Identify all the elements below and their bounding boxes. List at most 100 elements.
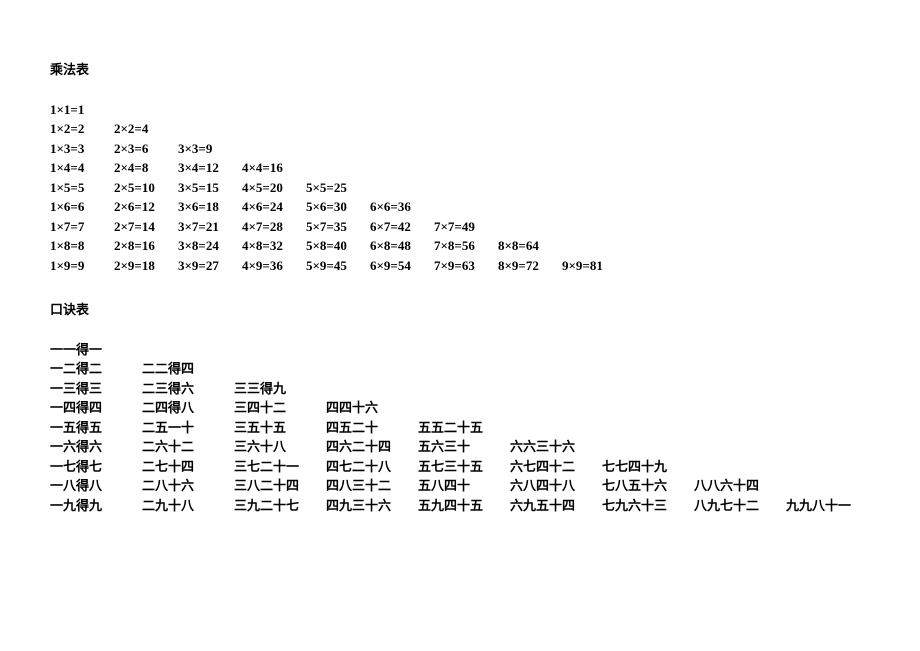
mult-cell: 6×8=48 [370,236,434,256]
koujue-cell: 四六二十四 [326,437,418,457]
mult-row: 1×6=62×6=123×6=184×6=245×6=306×6=36 [50,197,870,217]
mult-row: 1×4=42×4=83×4=124×4=16 [50,158,870,178]
koujue-cell: 二三得六 [142,379,234,399]
koujue-row: 一三得三二三得六三三得九 [50,379,870,399]
koujue-cell: 一三得三 [50,379,142,399]
mult-cell: 2×6=12 [114,197,178,217]
koujue-cell: 七九六十三 [602,496,694,516]
mult-cell: 4×9=36 [242,256,306,276]
koujue-cell: 五五二十五 [418,418,510,438]
koujue-cell: 五九四十五 [418,496,510,516]
mult-cell: 3×8=24 [178,236,242,256]
mult-row: 1×5=52×5=103×5=154×5=205×5=25 [50,178,870,198]
koujue-cell: 三八二十四 [234,476,326,496]
koujue-cell: 三九二十七 [234,496,326,516]
koujue-cell: 二八十六 [142,476,234,496]
koujue-cell: 一四得四 [50,398,142,418]
koujue-cell: 二七十四 [142,457,234,477]
mult-cell: 9×9=81 [562,256,626,276]
mult-row: 1×8=82×8=163×8=244×8=325×8=406×8=487×8=5… [50,236,870,256]
mult-cell: 6×9=54 [370,256,434,276]
mult-cell: 4×6=24 [242,197,306,217]
mult-cell: 4×4=16 [242,158,306,178]
mult-cell: 4×7=28 [242,217,306,237]
koujue-cell: 二五一十 [142,418,234,438]
mult-cell: 1×1=1 [50,100,114,120]
koujue-table: 一一得一一二得二二二得四一三得三二三得六三三得九一四得四二四得八三四十二四四十六… [50,340,870,516]
mult-cell: 1×8=8 [50,236,114,256]
koujue-cell: 五六三十 [418,437,510,457]
mult-cell: 7×9=63 [434,256,498,276]
koujue-cell: 五七三十五 [418,457,510,477]
mult-row: 1×7=72×7=143×7=214×7=285×7=356×7=427×7=4… [50,217,870,237]
koujue-cell: 四五二十 [326,418,418,438]
mult-cell: 3×3=9 [178,139,242,159]
mult-cell: 2×7=14 [114,217,178,237]
mult-cell: 8×8=64 [498,236,562,256]
koujue-row: 一四得四二四得八三四十二四四十六 [50,398,870,418]
koujue-row: 一七得七二七十四三七二十一四七二十八五七三十五六七四十二七七四十九 [50,457,870,477]
koujue-row: 一八得八二八十六三八二十四四八三十二五八四十六八四十八七八五十六八八六十四 [50,476,870,496]
koujue-row: 一一得一 [50,340,870,360]
mult-row: 1×9=92×9=183×9=274×9=365×9=456×9=547×9=6… [50,256,870,276]
mult-row: 1×1=1 [50,100,870,120]
mult-cell: 3×4=12 [178,158,242,178]
mult-cell: 4×5=20 [242,178,306,198]
koujue-cell: 二九十八 [142,496,234,516]
koujue-cell: 八九七十二 [694,496,786,516]
mult-cell: 1×7=7 [50,217,114,237]
koujue-cell: 三六十八 [234,437,326,457]
mult-cell: 5×5=25 [306,178,370,198]
koujue-cell: 三三得九 [234,379,326,399]
koujue-cell: 一八得八 [50,476,142,496]
koujue-cell: 六八四十八 [510,476,602,496]
mult-row: 1×3=32×3=63×3=9 [50,139,870,159]
mult-cell: 6×6=36 [370,197,434,217]
mult-cell: 3×5=15 [178,178,242,198]
mult-cell: 7×7=49 [434,217,498,237]
mult-cell: 7×8=56 [434,236,498,256]
koujue-row: 一五得五二五一十三五十五四五二十五五二十五 [50,418,870,438]
mult-cell: 1×2=2 [50,119,114,139]
mult-cell: 1×6=6 [50,197,114,217]
mult-cell: 1×5=5 [50,178,114,198]
koujue-cell: 六六三十六 [510,437,602,457]
mult-cell: 5×7=35 [306,217,370,237]
mult-cell: 8×9=72 [498,256,562,276]
koujue-cell: 三七二十一 [234,457,326,477]
koujue-row: 一六得六二六十二三六十八四六二十四五六三十六六三十六 [50,437,870,457]
mult-cell: 1×4=4 [50,158,114,178]
koujue-cell: 二六十二 [142,437,234,457]
mult-cell: 2×9=18 [114,256,178,276]
koujue-cell: 二二得四 [142,359,234,379]
koujue-cell: 九九八十一 [786,496,878,516]
mult-cell: 2×4=8 [114,158,178,178]
mult-cell: 2×5=10 [114,178,178,198]
mult-cell: 3×9=27 [178,256,242,276]
koujue-cell: 八八六十四 [694,476,786,496]
koujue-title: 口诀表 [50,300,870,320]
mult-row: 1×2=22×2=4 [50,119,870,139]
mult-cell: 3×6=18 [178,197,242,217]
mult-cell: 5×8=40 [306,236,370,256]
koujue-cell: 一七得七 [50,457,142,477]
koujue-row: 一二得二二二得四 [50,359,870,379]
mult-cell: 2×2=4 [114,119,178,139]
multiplication-table: 1×1=11×2=22×2=41×3=32×3=63×3=91×4=42×4=8… [50,100,870,276]
koujue-cell: 六七四十二 [510,457,602,477]
mult-cell: 5×6=30 [306,197,370,217]
koujue-cell: 四四十六 [326,398,418,418]
mult-cell: 6×7=42 [370,217,434,237]
mult-cell: 1×3=3 [50,139,114,159]
koujue-cell: 一二得二 [50,359,142,379]
koujue-cell: 一五得五 [50,418,142,438]
mult-cell: 2×3=6 [114,139,178,159]
koujue-cell: 一一得一 [50,340,142,360]
mult-cell: 5×9=45 [306,256,370,276]
koujue-cell: 七七四十九 [602,457,694,477]
koujue-cell: 四八三十二 [326,476,418,496]
koujue-cell: 一六得六 [50,437,142,457]
koujue-cell: 四九三十六 [326,496,418,516]
koujue-cell: 五八四十 [418,476,510,496]
koujue-row: 一九得九二九十八三九二十七四九三十六五九四十五六九五十四七九六十三八九七十二九九… [50,496,870,516]
